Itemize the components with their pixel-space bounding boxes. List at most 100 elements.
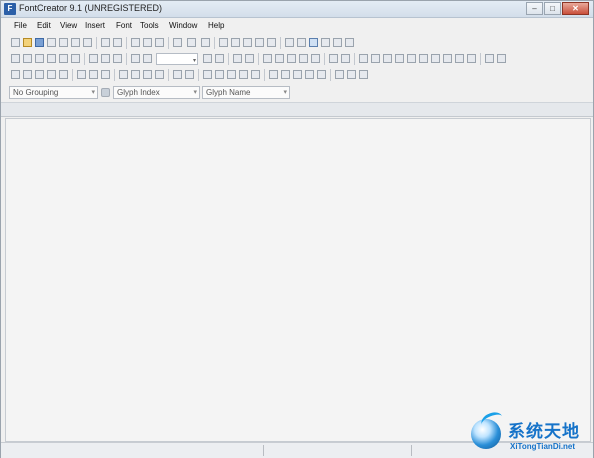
decompose-icon[interactable]	[35, 70, 44, 79]
grid-icon[interactable]	[113, 54, 122, 63]
new-icon[interactable]	[11, 38, 20, 47]
composite-icon[interactable]	[23, 70, 32, 79]
align-middle-icon[interactable]	[407, 54, 416, 63]
line-icon[interactable]	[287, 54, 296, 63]
flip-horizontal-icon[interactable]	[77, 70, 86, 79]
split-icon[interactable]	[497, 54, 506, 63]
table-icon[interactable]	[203, 70, 212, 79]
layer-icon[interactable]	[329, 54, 338, 63]
guideline-icon[interactable]	[185, 70, 194, 79]
menu-edit[interactable]: Edit	[37, 21, 51, 30]
square-icon[interactable]	[299, 54, 308, 63]
flip-icon[interactable]	[245, 54, 254, 63]
rectangle-icon[interactable]	[263, 54, 272, 63]
correct-icon[interactable]	[239, 70, 248, 79]
align-left-icon[interactable]	[359, 54, 368, 63]
copy-icon[interactable]	[143, 38, 152, 47]
zoom-in-icon[interactable]	[131, 54, 140, 63]
undo-icon[interactable]	[173, 38, 182, 47]
save-all-icon[interactable]	[47, 38, 56, 47]
sort-secondary-dropdown[interactable]: Glyph Name ▾	[202, 86, 290, 99]
select-icon[interactable]	[11, 54, 20, 63]
direction-icon[interactable]	[233, 54, 242, 63]
app-font-icon[interactable]: F	[4, 3, 16, 15]
flip-vertical-icon[interactable]	[89, 70, 98, 79]
eraser-icon[interactable]	[71, 54, 80, 63]
arrow-icon[interactable]	[297, 38, 306, 47]
rotate-icon[interactable]	[101, 70, 110, 79]
mdi-workspace[interactable]	[5, 118, 591, 442]
union-icon[interactable]	[281, 70, 290, 79]
sort-direction-icon[interactable]	[101, 88, 110, 97]
ruler-icon[interactable]	[155, 70, 164, 79]
print-icon[interactable]	[71, 38, 80, 47]
shape-icon[interactable]	[269, 70, 278, 79]
align-bottom-icon[interactable]	[419, 54, 428, 63]
image-icon[interactable]	[89, 54, 98, 63]
scale-icon[interactable]	[119, 70, 128, 79]
zoom-combo[interactable]: ▾	[156, 53, 198, 65]
intersect-icon[interactable]	[305, 70, 314, 79]
distribute-icon[interactable]	[431, 54, 440, 63]
font-properties-icon[interactable]	[219, 38, 228, 47]
binoculars-icon[interactable]	[113, 38, 122, 47]
grouping-dropdown[interactable]: No Grouping ▾	[9, 86, 98, 99]
menu-insert[interactable]: Insert	[85, 21, 105, 30]
validate-icon[interactable]	[255, 38, 264, 47]
glyph-tool-icon[interactable]	[11, 70, 20, 79]
layers-icon[interactable]	[341, 54, 350, 63]
print-preview-icon[interactable]	[83, 38, 92, 47]
align-top-icon[interactable]	[395, 54, 404, 63]
redo-icon[interactable]	[187, 38, 196, 47]
preview-icon[interactable]	[267, 38, 276, 47]
checkmark-icon[interactable]	[309, 38, 318, 47]
zoom-out-icon[interactable]	[143, 54, 152, 63]
sort-primary-dropdown[interactable]: Glyph Index ▾	[113, 86, 200, 99]
skew-icon[interactable]	[131, 70, 140, 79]
menu-file[interactable]: File	[14, 21, 27, 30]
round-icon[interactable]	[467, 54, 476, 63]
pencil-icon[interactable]	[59, 54, 68, 63]
zoom-fit-icon[interactable]	[203, 54, 212, 63]
maximize-button[interactable]: □	[544, 2, 561, 15]
exclude-icon[interactable]	[317, 70, 326, 79]
measure-icon[interactable]	[173, 70, 182, 79]
transform-icon[interactable]	[143, 70, 152, 79]
hint-icon[interactable]	[215, 70, 224, 79]
refresh-icon[interactable]	[201, 38, 210, 47]
find-icon[interactable]	[101, 38, 110, 47]
save-as-icon[interactable]	[59, 38, 68, 47]
menu-window[interactable]: Window	[169, 21, 197, 30]
align-right-icon[interactable]	[383, 54, 392, 63]
anchor-icon[interactable]	[443, 54, 452, 63]
close-button[interactable]: ✕	[562, 2, 589, 15]
test-font-icon[interactable]	[243, 38, 252, 47]
hand-icon[interactable]	[35, 54, 44, 63]
paste-contour-icon[interactable]	[347, 70, 356, 79]
move-icon[interactable]	[455, 54, 464, 63]
copy-contour-icon[interactable]	[335, 70, 344, 79]
menu-font[interactable]: Font	[116, 21, 132, 30]
title-bar[interactable]: F FontCreator 9.1 (UNREGISTERED) – □ ✕	[1, 1, 593, 18]
gear-icon[interactable]	[101, 54, 110, 63]
link-icon[interactable]	[251, 70, 260, 79]
knife-icon[interactable]	[47, 54, 56, 63]
menu-help[interactable]: Help	[208, 21, 224, 30]
menu-tools[interactable]: Tools	[140, 21, 159, 30]
nodes-icon[interactable]	[485, 54, 494, 63]
import-icon[interactable]	[285, 38, 294, 47]
outline-icon[interactable]	[47, 70, 56, 79]
point-icon[interactable]	[23, 54, 32, 63]
contour-icon[interactable]	[59, 70, 68, 79]
glyph-properties-icon[interactable]	[231, 38, 240, 47]
zoom-window-icon[interactable]	[215, 54, 224, 63]
circle-icon[interactable]	[311, 54, 320, 63]
curve-icon[interactable]	[275, 54, 284, 63]
cut-icon[interactable]	[131, 38, 140, 47]
menu-view[interactable]: View	[60, 21, 77, 30]
reverse-icon[interactable]	[227, 70, 236, 79]
text-icon[interactable]	[345, 38, 354, 47]
save-icon[interactable]	[35, 38, 44, 47]
minimize-button[interactable]: –	[526, 2, 543, 15]
align-center-icon[interactable]	[371, 54, 380, 63]
